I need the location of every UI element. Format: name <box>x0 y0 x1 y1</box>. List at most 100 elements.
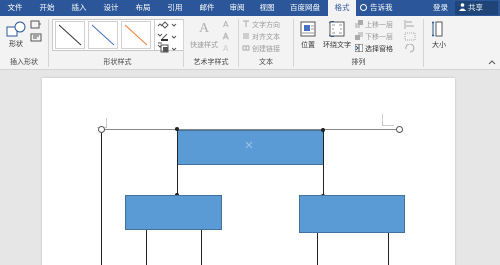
text-group-label: 文本 <box>259 58 273 66</box>
paint-bucket-icon <box>161 21 177 29</box>
wrap-text-icon <box>329 21 345 37</box>
connector-line <box>388 233 389 265</box>
connector-endpoint <box>321 128 325 132</box>
share-button[interactable]: 共享 <box>455 1 498 15</box>
text-direction-label: 文字方向 <box>252 21 280 29</box>
effects-icon <box>160 44 177 53</box>
arrange-group-label: 排列 <box>351 58 366 66</box>
ribbon-tab-bar: 文件 开始 插入 设计 布局 引用 邮件 审阅 视图 百度网盘 格式 告诉我 登… <box>0 0 500 16</box>
diagonal-line-icon <box>91 24 115 46</box>
tab-design[interactable]: 设计 <box>100 0 122 16</box>
flowchart-box-right[interactable] <box>299 195 405 233</box>
size-icon <box>432 21 443 37</box>
send-backward-label: 下移一层 <box>365 33 393 41</box>
shape-style-thumb-2[interactable] <box>88 21 118 49</box>
document-page[interactable] <box>42 78 455 265</box>
connector-line <box>177 130 178 195</box>
align-objects-button[interactable] <box>404 20 418 30</box>
tell-me-search[interactable]: 告诉我 <box>360 0 393 16</box>
tell-me-label: 告诉我 <box>370 3 393 12</box>
align-objects-icon <box>404 20 414 29</box>
create-link-label: 创建链接 <box>252 45 280 53</box>
pen-icon <box>161 33 177 41</box>
share-label: 共享 <box>468 3 483 12</box>
send-backward-icon <box>355 32 363 40</box>
tab-review[interactable]: 审阅 <box>226 0 248 16</box>
wrap-text-button[interactable]: 环绕文字 <box>320 19 354 55</box>
text-effects-icon: A <box>223 44 229 53</box>
align-text-button[interactable]: 对齐文本 <box>242 32 280 42</box>
text-direction-button[interactable]: 文字方向 <box>242 20 280 30</box>
shape-effects-button[interactable] <box>160 44 182 54</box>
shapes-icon <box>6 21 26 37</box>
position-icon <box>300 21 316 37</box>
wrap-text-label: 环绕文字 <box>323 41 351 49</box>
wordart-group-label: 艺术字样式 <box>193 58 229 66</box>
bring-forward-button[interactable]: 上移一层 <box>355 20 393 30</box>
size-label: 大小 <box>432 41 446 49</box>
tab-references[interactable]: 引用 <box>164 0 186 16</box>
document-area <box>0 70 500 265</box>
group-objects-icon <box>404 32 416 41</box>
size-button[interactable]: 大小 <box>428 19 450 55</box>
rotate-objects-button[interactable] <box>404 43 418 54</box>
selection-pane-icon <box>355 44 363 52</box>
login-link[interactable]: 登录 <box>433 0 448 16</box>
svg-text:A: A <box>223 32 229 41</box>
shape-style-thumb-3[interactable] <box>121 21 151 49</box>
tab-view[interactable]: 视图 <box>256 0 278 16</box>
chevron-up-icon <box>488 60 496 65</box>
tab-insert[interactable]: 插入 <box>68 0 90 16</box>
rotate-icon <box>405 43 415 53</box>
shapes-label: 形状 <box>9 40 23 48</box>
tab-format[interactable]: 格式 <box>328 0 356 16</box>
svg-text:A: A <box>223 20 229 29</box>
tab-baidu-netdisk[interactable]: 百度网盘 <box>284 0 326 16</box>
collapse-ribbon-button[interactable] <box>488 58 498 66</box>
text-direction-icon <box>243 20 249 27</box>
connector-line <box>323 130 324 196</box>
align-text-icon <box>243 33 249 39</box>
connector-line <box>201 230 202 265</box>
link-icon <box>242 45 250 51</box>
shape-fill-button[interactable] <box>160 20 182 30</box>
selection-pane-button[interactable]: 选择窗格 <box>355 44 393 54</box>
connector-line <box>146 230 147 265</box>
bring-forward-label: 上移一层 <box>365 21 393 29</box>
textbox-button[interactable] <box>30 33 44 43</box>
insert-shapes-group-label: 插入形状 <box>10 58 38 66</box>
diagonal-line-icon <box>124 24 148 46</box>
position-button[interactable]: 位置 <box>297 19 319 55</box>
connector-endpoint <box>175 127 179 131</box>
flowchart-box-left[interactable] <box>125 195 222 230</box>
wordart-a-icon: A <box>198 21 210 36</box>
shape-styles-group-label: 形状样式 <box>103 58 132 66</box>
group-separator <box>423 19 424 67</box>
tab-layout[interactable]: 布局 <box>132 0 154 16</box>
text-effects-button[interactable]: A <box>222 44 236 54</box>
edit-shape-button[interactable] <box>30 20 44 30</box>
diagonal-line-icon <box>58 24 82 46</box>
tab-home[interactable]: 开始 <box>36 0 58 16</box>
group-separator <box>183 19 184 67</box>
resize-handle[interactable] <box>396 126 403 133</box>
selection-pane-label: 选择窗格 <box>365 45 393 53</box>
create-link-button[interactable]: 创建链接 <box>242 44 280 54</box>
shapes-gallery-button[interactable]: 形状 <box>4 19 28 55</box>
shape-style-thumb-1[interactable] <box>55 21 85 49</box>
ribbon: 形状 插入形状 形状样式 A 快速样式 A A A 艺术字样式 文字方向 对齐文… <box>0 16 500 70</box>
quick-styles-button[interactable]: A 快速样式 <box>186 19 222 55</box>
resize-handle[interactable] <box>98 126 105 133</box>
group-objects-button[interactable] <box>404 32 418 42</box>
text-outline-icon: A <box>223 32 230 42</box>
person-icon <box>459 3 466 11</box>
tab-file[interactable]: 文件 <box>4 0 26 16</box>
tab-mailings[interactable]: 邮件 <box>196 0 218 16</box>
shape-outline-button[interactable] <box>160 32 182 42</box>
align-text-label: 对齐文本 <box>252 33 280 41</box>
text-outline-button[interactable]: A <box>222 32 236 42</box>
text-fill-button[interactable]: A <box>222 20 236 30</box>
rotation-cross-icon <box>245 141 253 149</box>
send-backward-button[interactable]: 下移一层 <box>355 32 393 42</box>
group-separator <box>48 19 49 67</box>
